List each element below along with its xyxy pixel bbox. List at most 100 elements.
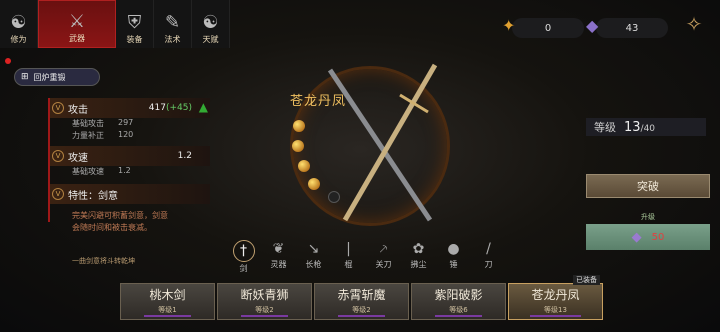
scroll-icon: ✎ xyxy=(164,12,181,33)
torch-icon: ✦ xyxy=(502,16,516,35)
category-blade[interactable]: / 刀 xyxy=(471,240,506,274)
weapon-card[interactable]: 断妖青狮 等级2 xyxy=(217,283,312,320)
upgrade-cost: 50 xyxy=(651,231,665,243)
tab-equipment[interactable]: ⛨ 装备 xyxy=(116,0,154,48)
category-label: 长枪 xyxy=(305,260,322,269)
category-whisk[interactable]: ✿ 拂尘 xyxy=(401,240,436,274)
armor-icon: ⛨ xyxy=(127,12,142,33)
arrow-up-icon: ▲ xyxy=(198,100,208,114)
reforge-icon: ⊞ xyxy=(21,72,29,82)
weapon-card-name: 赤霄斩魔 xyxy=(337,288,386,302)
equipped-badge: 已装备 xyxy=(573,275,600,285)
level-orb xyxy=(298,160,310,172)
category-label: 关刀 xyxy=(375,260,392,269)
level-orb xyxy=(292,140,304,152)
weapon-card-selected[interactable]: 已装备 苍龙丹凤 等级13 xyxy=(508,275,603,320)
chevron-down-icon: V xyxy=(52,150,64,162)
tab-spells[interactable]: ✎ 法术 xyxy=(154,0,192,48)
upgrade-label: 升级 xyxy=(641,213,655,221)
level-display: 等级 13/40 xyxy=(586,118,706,136)
attack-label: 攻击 xyxy=(68,104,88,116)
attack-value: 417(+45) xyxy=(149,103,192,113)
tab-label: 修为 xyxy=(10,35,27,44)
level-current: 13 xyxy=(624,119,641,135)
attack-bonus: (+45) xyxy=(165,103,192,113)
category-guandao[interactable]: ⸕ 关刀 xyxy=(366,240,401,274)
weapon-category-row: † 剑 ❦ 灵器 ↘ 长枪 | 棍 ⸕ 关刀 ✿ 拂尘 ● 锤 / 刀 xyxy=(226,240,506,274)
reforge-button[interactable]: ⊞ 回炉重锻 xyxy=(14,68,100,86)
speed-header[interactable]: V 攻速 1.2 xyxy=(50,146,210,166)
weapon-card-level: 等级1 xyxy=(144,305,191,317)
top-tab-bar: ☯ 修为 ⚔ 武器 ⛨ 装备 ✎ 法术 ☯ 天赋 xyxy=(0,0,230,48)
blade-icon: / xyxy=(486,241,491,257)
category-label: 刀 xyxy=(484,260,493,269)
spear-icon: ↘ xyxy=(307,241,320,257)
gem-icon: ◆ xyxy=(631,229,642,245)
weapon-image xyxy=(327,63,438,222)
tab-talent[interactable]: ☯ 天赋 xyxy=(192,0,230,48)
attack-header[interactable]: V 攻击 417(+45) ▲ xyxy=(50,98,210,118)
sword-icon: † xyxy=(232,240,255,262)
category-spirit[interactable]: ❦ 灵器 xyxy=(261,240,296,274)
stat-row: 力量补正 120 xyxy=(50,130,210,142)
attack-number: 417 xyxy=(148,103,166,113)
stat-row: 基础攻速 1.2 xyxy=(50,166,210,178)
level-orb xyxy=(293,120,305,132)
level-orb xyxy=(308,178,320,190)
stat-key: 基础攻击 xyxy=(72,119,104,128)
stat-key: 力量补正 xyxy=(72,131,104,140)
level-max: /40 xyxy=(640,123,656,134)
tab-label: 天赋 xyxy=(202,35,219,44)
tab-weapons[interactable]: ⚔ 武器 xyxy=(38,0,116,48)
weapon-card[interactable]: 赤霄斩魔 等级2 xyxy=(314,283,409,320)
speed-label: 攻速 xyxy=(68,152,88,164)
level-label: 等级 xyxy=(594,121,616,134)
trait-hint: 一曲剑意将斗转乾坤 xyxy=(72,257,135,265)
tab-label: 武器 xyxy=(69,34,85,43)
stat-value: 120 xyxy=(118,130,134,139)
trait-description: 完美闪避可积蓄剑意，剑意会随时间和被击衰减。 xyxy=(72,211,168,232)
category-sword[interactable]: † 剑 xyxy=(226,240,261,274)
currency-b-value: 43 xyxy=(625,22,639,34)
stat-value: 1.2 xyxy=(118,166,131,175)
category-label: 棍 xyxy=(344,260,353,269)
weapon-card-name: 断妖青狮 xyxy=(240,288,289,302)
person-icon: ☯ xyxy=(10,12,27,33)
category-label: 灵器 xyxy=(270,260,287,269)
upgrade-button[interactable]: ◆ 50 xyxy=(586,224,710,250)
weapon-card-level: 等级2 xyxy=(338,305,385,317)
spirit-icon: ❦ xyxy=(272,241,285,257)
weapon-list: 桃木剑 等级1 断妖青狮 等级2 赤霄斩魔 等级2 紫阳破影 等级6 已装备 苍… xyxy=(120,275,603,320)
notification-dot xyxy=(5,58,11,64)
chevron-down-icon: V xyxy=(52,102,64,114)
stat-value: 297 xyxy=(118,118,134,127)
hammer-icon: ● xyxy=(447,241,460,257)
category-spear[interactable]: ↘ 长枪 xyxy=(296,240,331,274)
category-label: 剑 xyxy=(239,264,248,273)
level-orb-empty xyxy=(328,191,340,203)
category-label: 拂尘 xyxy=(410,260,427,269)
category-hammer[interactable]: ● 锤 xyxy=(436,240,471,274)
guandao-icon: ⸕ xyxy=(378,241,389,257)
speed-value: 1.2 xyxy=(177,151,192,161)
breakthrough-button[interactable]: 突破 xyxy=(586,174,710,198)
tab-label: 装备 xyxy=(126,35,143,44)
settings-icon[interactable]: ✧ xyxy=(680,10,708,38)
currency-a-value: 0 xyxy=(544,22,552,34)
stat-row: 基础攻击 297 xyxy=(50,118,210,130)
weapon-card-name: 苍龙丹凤 xyxy=(531,288,580,302)
breakthrough-label: 突破 xyxy=(637,180,659,193)
category-label: 锤 xyxy=(449,260,458,269)
tab-cultivation[interactable]: ☯ 修为 xyxy=(0,0,38,48)
weapon-card-name: 紫阳破影 xyxy=(434,288,483,302)
weapon-card-name: 桃木剑 xyxy=(149,288,186,302)
upgrade-section: 升级 ◆ 50 xyxy=(586,212,710,250)
weapon-card[interactable]: 紫阳破影 等级6 xyxy=(411,283,506,320)
whisk-icon: ✿ xyxy=(412,241,425,257)
reforge-label: 回炉重锻 xyxy=(33,72,66,82)
weapon-card[interactable]: 桃木剑 等级1 xyxy=(120,283,215,320)
category-staff[interactable]: | 棍 xyxy=(331,240,366,274)
gem-icon: ◆ xyxy=(586,16,599,35)
weapon-card-level: 等级13 xyxy=(530,305,581,317)
sword-icon: ⚔ xyxy=(68,11,86,32)
